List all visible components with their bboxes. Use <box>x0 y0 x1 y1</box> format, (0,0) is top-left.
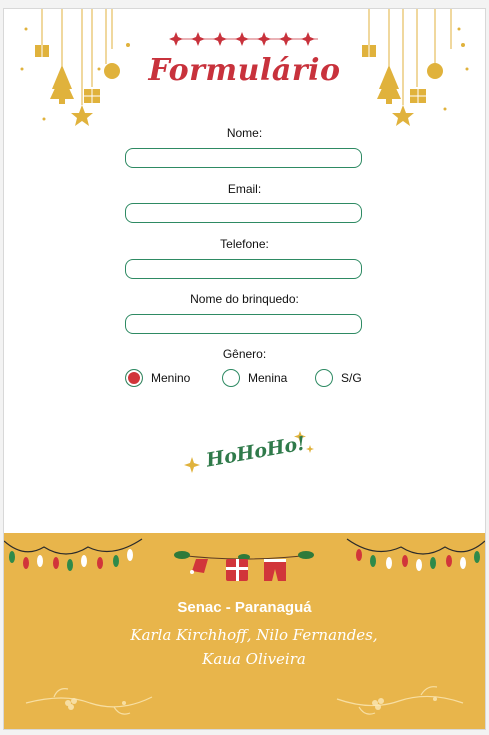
radio-boy-label: Menino <box>151 371 191 385</box>
hohoho-sticker: HoHoHo! <box>184 431 314 473</box>
form-page: Formulário Nome: Email: Telefone: Nome d… <box>3 8 486 730</box>
gender-option-girl[interactable]: Menina <box>222 369 287 387</box>
gender-option-boy[interactable]: Menino <box>125 369 190 387</box>
gender-label: Gênero: <box>222 347 267 361</box>
christmas-lights-left-icon <box>4 538 143 571</box>
hohoho-text: HoHoHo! <box>204 432 308 471</box>
radio-none[interactable] <box>315 369 333 387</box>
radio-boy[interactable] <box>125 369 143 387</box>
footer-title: Senac - Paranaguá <box>177 599 312 616</box>
phone-label: Telefone: <box>220 237 269 251</box>
gender-radio-group: Menino Menina S/G <box>125 369 375 393</box>
name-label: Nome: <box>226 126 263 140</box>
phone-input[interactable] <box>125 259 362 279</box>
gender-option-none[interactable]: S/G <box>315 369 362 387</box>
toy-name-label: Nome do brinquedo: <box>190 292 299 306</box>
email-input[interactable] <box>125 203 362 223</box>
christmas-lights-right-icon <box>346 538 485 571</box>
radio-girl[interactable] <box>222 369 240 387</box>
email-label: Email: <box>227 182 262 196</box>
name-input[interactable] <box>125 148 362 168</box>
santa-clothes-garland-icon <box>174 551 314 581</box>
red-stars-divider-icon <box>169 32 318 46</box>
footer: Senac - Paranaguá Karla Kirchhoff, Nilo … <box>4 533 485 729</box>
page-title: Formulário <box>148 53 341 88</box>
mistletoe-right-icon <box>336 686 464 715</box>
footer-authors: Karla Kirchhoff, Nilo Fernandes, Kaua Ol… <box>130 626 378 668</box>
radio-girl-label: Menina <box>248 371 288 385</box>
mistletoe-left-icon <box>25 688 153 715</box>
toy-name-input[interactable] <box>125 314 362 334</box>
radio-none-label: S/G <box>341 371 362 385</box>
